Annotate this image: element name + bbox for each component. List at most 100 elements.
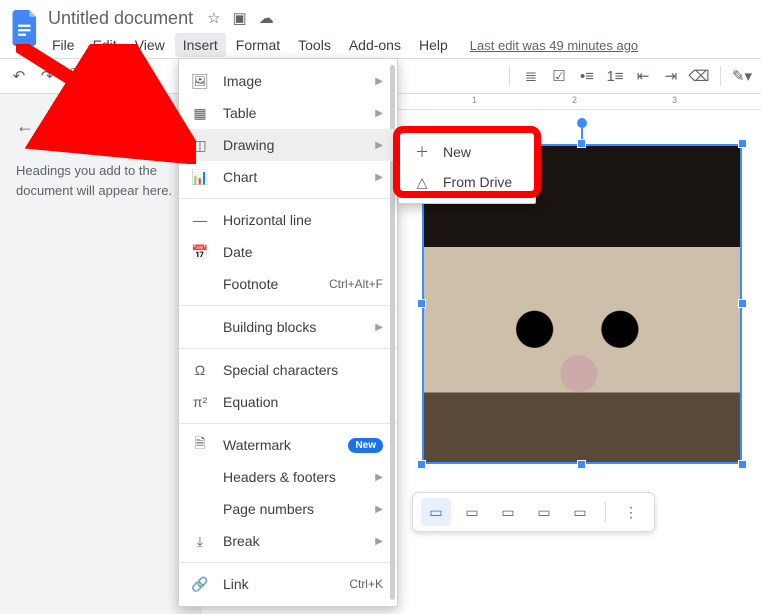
menu-item-image[interactable]: 🖼 Image ▶ [179,65,397,97]
menu-item-label: Special characters [223,362,383,378]
print-icon[interactable]: 🖶 [64,65,86,87]
separator [509,66,510,86]
image-more-options-button[interactable]: ⋮ [616,498,646,526]
menu-item-label: Horizontal line [223,212,383,228]
menu-item-headers-footers[interactable]: Headers & footers ▶ [179,461,397,493]
menu-item-label: Watermark [223,437,334,453]
insert-menu-dropdown: 🖼Image▶▦Table▶◫Drawing▶📊Chart▶—Horizonta… [178,58,398,607]
resize-handle-mt[interactable] [577,139,586,148]
menu-item-footnote[interactable]: Footnote Ctrl+Alt+F [179,268,397,300]
menu-item-label: Chart [223,169,361,185]
break-text-button[interactable]: ▭ [493,498,523,526]
rotate-handle[interactable] [577,118,587,128]
resize-handle-mr[interactable] [738,299,747,308]
ruler-mark: 1 [472,95,477,105]
docs-logo[interactable] [8,6,44,50]
submenu-arrow-icon: ▶ [375,536,383,547]
omega-icon: Ω [191,362,209,378]
line-spacing-icon[interactable]: ≣ [520,65,542,87]
bulleted-list-icon[interactable]: •≡ [576,65,598,87]
separator [720,66,721,86]
menu-item-break[interactable]: ⤓Break▶ [179,525,397,557]
menu-addons[interactable]: Add-ons [341,33,409,57]
menu-item-page-numbers[interactable]: Page numbers ▶ [179,493,397,525]
behind-text-button[interactable]: ▭ [529,498,559,526]
link-icon: 🔗 [191,576,209,593]
submenu-item-label: New [443,144,521,160]
resize-handle-br[interactable] [738,460,747,469]
numbered-list-icon[interactable]: 1≡ [604,65,626,87]
menu-item-label: Page numbers [223,501,361,517]
resize-handle-ml[interactable] [417,299,426,308]
drawing-icon: ◫ [191,137,209,154]
menu-item-table[interactable]: ▦Table▶ [179,97,397,129]
border-color-icon[interactable]: ✎▾ [731,65,753,87]
menu-item-label: Footnote [223,276,315,292]
new-badge: New [348,438,383,453]
menu-format[interactable]: Format [228,33,288,57]
submenu-arrow-icon: ▶ [375,140,383,151]
separator [605,502,606,522]
menu-shortcut: Ctrl+K [349,577,383,591]
menu-item-special-characters[interactable]: Ω Special characters [179,354,397,386]
menu-divider [179,198,397,199]
menu-item-label: Headers & footers [223,469,361,485]
submenu-arrow-icon: ▶ [375,172,383,183]
last-edit-link[interactable]: Last edit was 49 minutes ago [470,38,638,53]
menu-help[interactable]: Help [411,33,456,57]
front-text-button[interactable]: ▭ [565,498,595,526]
increase-indent-icon[interactable]: ⇥ [660,65,682,87]
clear-formatting-icon[interactable]: ⌫ [688,65,710,87]
date-icon: 📅 [191,244,209,261]
resize-handle-tr[interactable] [738,139,747,148]
submenu-item-new[interactable]: ＋ New [399,137,535,167]
move-icon[interactable]: ▣ [233,9,247,27]
redo-icon[interactable]: ↷ [36,65,58,87]
image-icon: 🖼 [191,73,209,90]
submenu-item-label: From Drive [443,174,521,190]
plus-icon: ＋ [413,142,431,162]
menu-tools[interactable]: Tools [290,33,339,57]
pi-icon: π² [191,394,209,410]
star-icon[interactable]: ☆ [207,9,220,27]
checklist-icon[interactable]: ☑ [548,65,570,87]
menu-item-chart[interactable]: 📊Chart▶ [179,161,397,193]
submenu-arrow-icon: ▶ [375,472,383,483]
menu-divider [179,305,397,306]
menu-item-label: Link [223,576,335,592]
menu-insert[interactable]: Insert [175,33,226,57]
spellcheck-icon[interactable]: Ă [92,65,114,87]
wrap-text-button[interactable]: ▭ [457,498,487,526]
submenu-item-from-drive[interactable]: △From Drive [399,167,535,197]
menu-item-horizontal-line[interactable]: —Horizontal line [179,204,397,236]
menu-item-equation[interactable]: π² Equation [179,386,397,418]
submenu-arrow-icon: ▶ [375,504,383,515]
outline-back-arrow-icon[interactable]: ← [16,116,34,137]
menu-item-label: Building blocks [223,319,361,335]
menu-edit[interactable]: Edit [85,33,125,57]
paint-format-icon[interactable]: ⟆ [120,65,142,87]
menu-item-date[interactable]: 📅Date [179,236,397,268]
wrap-inline-button[interactable]: ▭ [421,498,451,526]
menu-item-watermark[interactable]: 🗎WatermarkNew [179,429,397,461]
outline-empty-message: Headings you add to the document will ap… [16,161,186,200]
menu-item-label: Image [223,73,361,89]
menu-file[interactable]: File [44,33,83,57]
menu-item-label: Drawing [223,137,361,153]
menu-item-link[interactable]: 🔗 Link Ctrl+K [179,568,397,600]
document-title[interactable]: Untitled document [44,7,197,30]
menu-view[interactable]: View [127,33,173,57]
resize-handle-bl[interactable] [417,460,426,469]
decrease-indent-icon[interactable]: ⇤ [632,65,654,87]
submenu-arrow-icon: ▶ [375,322,383,333]
menu-item-label: Break [223,533,361,549]
menu-item-building-blocks[interactable]: Building blocks ▶ [179,311,397,343]
resize-handle-mb[interactable] [577,460,586,469]
menu-divider [179,423,397,424]
outline-panel: ← Headings you add to the document will … [0,94,202,614]
menu-shortcut: Ctrl+Alt+F [329,277,383,291]
menu-item-label: Equation [223,394,383,410]
menu-item-drawing[interactable]: ◫ Drawing ▶ [179,129,397,161]
undo-icon[interactable]: ↶ [8,65,30,87]
submenu-arrow-icon: ▶ [375,76,383,87]
